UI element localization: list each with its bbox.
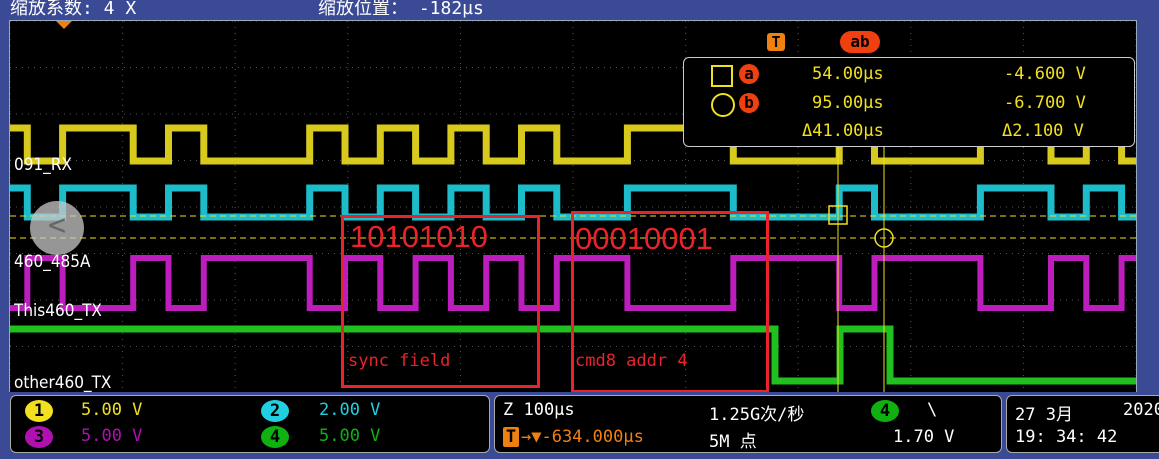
ch1-badge[interactable]: 1	[25, 400, 53, 422]
ch3-scale: 5.00 V	[81, 426, 143, 446]
ch4-badge[interactable]: 4	[261, 426, 289, 448]
trigger-icon: T	[503, 427, 519, 447]
ch4-label: other460_TX	[14, 373, 112, 393]
trigger-position-triangle-icon	[56, 21, 72, 29]
ch1-scale: 5.00 V	[81, 400, 143, 420]
cursor-delta-time: Δ41.00µs	[802, 121, 884, 141]
ch4-scale: 5.00 V	[319, 426, 381, 446]
trigger-position-marker[interactable]: T	[767, 33, 785, 51]
sample-rate: 1.25G次/秒	[709, 405, 805, 425]
cursor-readout: a 54.00µs -4.600 V b 95.00µs -6.700 V Δ4…	[683, 57, 1135, 147]
ch3-label: This460_TX	[14, 301, 102, 321]
cursor-ab-marker[interactable]: ab	[840, 31, 880, 53]
cursor-delta-volt: Δ2.100 V	[1002, 121, 1084, 141]
cursor-b-badge: b	[739, 93, 759, 113]
trigger-slope-icon: \	[927, 400, 938, 420]
cmd-bits: 00010001	[575, 221, 713, 256]
back-button[interactable]: <	[30, 201, 84, 255]
cursor-a-volt: -4.600 V	[1004, 64, 1086, 84]
record-length: 5M 点	[709, 432, 757, 452]
cursor-a-time: 54.00µs	[812, 64, 884, 84]
cursor-a-badge: a	[739, 64, 759, 84]
chevron-left-icon: <	[47, 208, 67, 243]
ch3-badge[interactable]: 3	[25, 426, 53, 448]
trigger-delay: →▼-634.000µs	[521, 427, 644, 447]
cursor-b-volt: -6.700 V	[1004, 93, 1086, 113]
sync-label: sync field	[348, 351, 451, 371]
square-cursor-icon	[711, 65, 733, 87]
zoom-header: 缩放系数: 4 X 缩放位置： -182µs	[0, 0, 1159, 20]
horizontal-panel[interactable]: Z 100µs 1.25G次/秒 4 \ T →▼-634.000µs 5M 点…	[494, 395, 1002, 453]
ch2-badge[interactable]: 2	[261, 400, 289, 422]
cursor-b-time: 95.00µs	[812, 93, 884, 113]
zoom-position: 缩放位置： -182µs	[318, 0, 484, 19]
trigger-level: 1.70 V	[893, 427, 955, 447]
year: 2020	[1123, 400, 1159, 420]
datetime-panel: 27 3月 2020 19: 34: 42	[1006, 395, 1159, 453]
ch1-label: 091_RX	[14, 155, 72, 175]
sync-bits: 10101010	[350, 219, 488, 254]
zoom-factor: 缩放系数: 4 X	[10, 0, 137, 19]
status-bar: 1 5.00 V 2 2.00 V 3 5.00 V 4 5.00 V Z 10…	[0, 392, 1159, 459]
ch2-scale: 2.00 V	[319, 400, 381, 420]
circle-cursor-icon	[711, 93, 735, 117]
timebase: Z 100µs	[503, 400, 575, 420]
trigger-source-badge: 4	[871, 400, 899, 422]
time: 19: 34: 42	[1015, 427, 1118, 447]
cmd-label: cmd8 addr 4	[575, 351, 688, 371]
vertical-panel[interactable]: 1 5.00 V 2 2.00 V 3 5.00 V 4 5.00 V	[10, 395, 490, 453]
ch2-label: 460_485A	[14, 252, 91, 272]
date: 27 3月	[1015, 405, 1073, 425]
